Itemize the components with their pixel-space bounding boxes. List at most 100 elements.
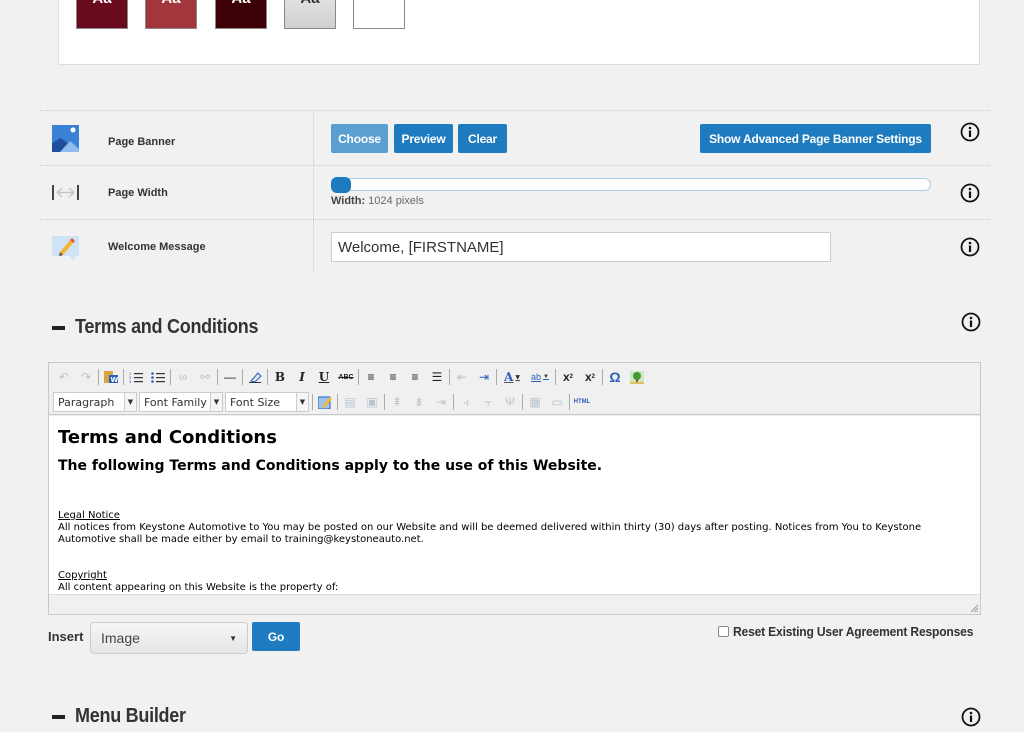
info-icon[interactable] [960,237,980,257]
align-left-icon[interactable]: ≡ [360,367,382,387]
toolbar-row-2: Paragraph ▼ Font Family ▼ Font Size ▼ ▤ ▣ ⇞… [53,391,593,413]
column-divider [313,166,314,219]
info-icon[interactable] [960,183,980,203]
toolbar-separator [449,369,450,385]
outdent-icon[interactable]: ⇤ [451,367,473,387]
theme-swatch-panel: Aa Aa Aa Aa [58,0,980,65]
delete-row-icon[interactable]: ⇥ [430,392,452,412]
insert-go-button[interactable]: Go [252,622,300,651]
align-right-icon[interactable]: ≡ [404,367,426,387]
page-width-slider[interactable] [331,177,931,193]
edit-document-icon[interactable] [314,392,336,412]
welcome-message-input[interactable] [331,232,831,262]
toolbar-separator [337,394,338,410]
insert-column-before-icon[interactable]: ⫞ [455,392,477,412]
page-banner-row: Page Banner Choose Preview Clear Show Ad… [40,110,990,165]
font-size-value: Font Size [230,395,281,409]
paste-from-word-icon[interactable]: W [100,367,122,387]
font-family-select[interactable]: Font Family ▼ [139,392,223,412]
table-properties-icon[interactable]: ▤ [339,392,361,412]
dropdown-arrow-icon: ▼ [124,393,136,411]
subscript-icon[interactable]: x2 [557,367,579,387]
redo-icon[interactable]: ↷ [75,367,97,387]
preview-banner-button[interactable]: Preview [394,124,453,153]
merge-cells-icon[interactable]: ▭ [546,392,568,412]
special-character-icon[interactable]: Ω [604,367,626,387]
insert-column-after-icon[interactable]: ⫟ [477,392,499,412]
delete-column-icon[interactable]: Ψ [499,392,521,412]
align-center-icon[interactable]: ≡ [382,367,404,387]
strikethrough-icon[interactable]: ABC [335,367,357,387]
editor-toolbar: ↶ ↷ W 123 ∞ ⚯ — B I U ABC ≡ ≡ ≡ ☰ ⇤ ⇥ A … [49,363,980,415]
column-divider [313,220,314,274]
highlight-color-icon[interactable]: ab ▼ [526,367,554,387]
toolbar-separator [170,369,171,385]
insert-image-icon[interactable] [626,367,648,387]
chevron-down-icon: ▼ [229,633,237,643]
toolbar-row-1: ↶ ↷ W 123 ∞ ⚯ — B I U ABC ≡ ≡ ≡ ☰ ⇤ ⇥ A … [53,366,648,388]
page-width-label: Page Width [108,187,168,199]
numbered-list-icon[interactable]: 123 [125,367,147,387]
toolbar-separator [98,369,99,385]
align-justify-icon[interactable]: ☰ [426,367,448,387]
insert-label: Insert [48,629,84,644]
toolbar-separator [358,369,359,385]
clear-banner-button[interactable]: Clear [458,124,507,153]
content-subheading: The following Terms and Conditions apply… [58,458,603,474]
reset-agreement-checkbox[interactable] [718,626,729,637]
toolbar-separator [569,394,570,410]
insert-type-value: Image [101,630,140,646]
insert-row-before-icon[interactable]: ⇞ [386,392,408,412]
swatch-label: Aa [92,0,111,7]
italic-icon[interactable]: I [291,367,313,387]
resize-grip-icon[interactable] [969,603,979,613]
collapse-icon[interactable] [52,325,65,330]
html-source-button[interactable]: HTML [571,392,593,412]
toolbar-separator [496,369,497,385]
info-icon[interactable] [960,122,980,142]
insert-type-select[interactable]: Image ▼ [90,622,248,654]
choose-banner-button[interactable]: Choose [331,124,388,153]
collapse-icon[interactable] [52,714,65,719]
dropdown-arrow-icon: ▼ [210,393,222,411]
font-size-select[interactable]: Font Size ▼ [225,392,309,412]
theme-swatch-4[interactable]: Aa [284,0,336,29]
insert-row-after-icon[interactable]: ⇟ [408,392,430,412]
info-icon[interactable] [961,312,981,332]
image-icon [52,125,79,152]
toolbar-separator [267,369,268,385]
width-caption-value: 1024 pixels [368,195,424,207]
theme-swatch-5[interactable] [353,0,405,29]
menu-builder-section-header: Menu Builder [52,705,198,728]
underline-icon[interactable]: U [313,367,335,387]
indent-icon[interactable]: ⇥ [473,367,495,387]
toolbar-separator [555,369,556,385]
eraser-icon[interactable] [244,367,266,387]
page-banner-label: Page Banner [108,136,176,148]
slider-handle[interactable] [331,177,351,193]
theme-swatch-3[interactable]: Aa [215,0,267,29]
superscript-icon[interactable]: x2 [579,367,601,387]
theme-swatch-2[interactable]: Aa [145,0,197,29]
info-icon[interactable] [961,707,981,727]
horizontal-rule-icon[interactable]: — [219,367,241,387]
theme-swatch-1[interactable]: Aa [76,0,128,29]
section-title-copyright: Copyright [58,570,107,581]
paragraph-format-value: Paragraph [58,395,115,409]
show-advanced-banner-settings-button[interactable]: Show Advanced Page Banner Settings [700,124,931,153]
bullet-list-icon[interactable] [147,367,169,387]
reset-agreement-label[interactable]: Reset Existing User Agreement Responses [733,624,973,639]
paragraph-format-select[interactable]: Paragraph ▼ [53,392,137,412]
insert-table-icon[interactable]: ▦ [524,392,546,412]
text-color-icon[interactable]: A ▼ [498,367,526,387]
undo-icon[interactable]: ↶ [53,367,75,387]
editor-status-bar [49,594,980,614]
bold-icon[interactable]: B [269,367,291,387]
link-icon[interactable]: ∞ [172,367,194,387]
unlink-icon[interactable]: ⚯ [194,367,216,387]
section-title-legal-notice: Legal Notice [58,510,120,521]
cell-properties-icon[interactable]: ▣ [361,392,383,412]
svg-text:3: 3 [129,379,132,383]
page-width-caption: Width: 1024 pixels [331,195,424,207]
editor-content-area[interactable]: Terms and Conditions The following Terms… [49,416,980,594]
